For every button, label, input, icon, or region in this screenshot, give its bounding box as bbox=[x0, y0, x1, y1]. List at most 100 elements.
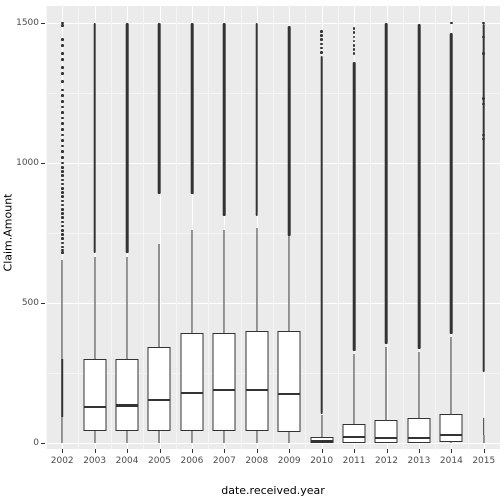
median-line bbox=[374, 436, 398, 439]
outlier-cluster bbox=[320, 56, 323, 414]
median-line bbox=[83, 405, 107, 409]
box-iqr bbox=[212, 332, 236, 431]
outlier-point bbox=[60, 43, 64, 47]
boxplot-2014[interactable] bbox=[435, 6, 467, 449]
x-tick-label-2014: 2014 bbox=[439, 456, 463, 466]
outlier-cluster bbox=[287, 25, 291, 236]
outlier-cluster bbox=[93, 22, 96, 253]
x-tick-mark bbox=[386, 449, 388, 453]
outlier-point bbox=[60, 122, 64, 126]
outlier-cluster bbox=[417, 24, 421, 350]
outlier-point bbox=[352, 48, 356, 51]
y-tick-mark bbox=[41, 22, 45, 24]
x-tick-mark bbox=[62, 449, 64, 453]
box-iqr bbox=[374, 419, 398, 444]
boxplot-2003[interactable] bbox=[78, 6, 110, 449]
boxplot-2005[interactable] bbox=[143, 6, 175, 449]
boxplot-2007[interactable] bbox=[208, 6, 240, 449]
outlier-cluster bbox=[352, 62, 356, 351]
x-tick-mark bbox=[483, 449, 485, 453]
y-tick-mark bbox=[41, 163, 45, 164]
outlier-point bbox=[60, 144, 64, 148]
whisker-lower bbox=[288, 432, 290, 444]
whisker-upper bbox=[450, 336, 452, 414]
whisker-lower bbox=[256, 430, 258, 444]
median-line bbox=[310, 440, 334, 443]
outlier-point bbox=[60, 174, 64, 177]
outlier-cluster bbox=[125, 22, 129, 253]
box-iqr bbox=[83, 359, 107, 431]
outlier-point bbox=[60, 233, 64, 236]
outlier-point bbox=[320, 42, 323, 46]
boxplot-2004[interactable] bbox=[111, 6, 143, 449]
outlier-point bbox=[60, 133, 64, 137]
outlier-point bbox=[450, 21, 453, 25]
whisker-lower bbox=[223, 430, 225, 444]
y-tick-label: 500 bbox=[21, 298, 39, 309]
boxplot-2002[interactable] bbox=[46, 6, 78, 449]
outlier-point bbox=[320, 50, 323, 54]
boxplot-2012[interactable] bbox=[370, 6, 402, 449]
x-tick-label-2010: 2010 bbox=[310, 456, 334, 466]
outlier-point bbox=[60, 241, 64, 245]
boxplot-2006[interactable] bbox=[176, 6, 208, 449]
median-line bbox=[245, 389, 269, 392]
outlier-point bbox=[60, 161, 64, 165]
boxplot-chart: Claim.Amount 0 500 1000 1500 2002 2003 2004 20… bbox=[0, 0, 504, 504]
x-tick-mark bbox=[321, 449, 323, 453]
whisker-upper bbox=[61, 259, 63, 360]
median-line bbox=[212, 389, 236, 392]
x-tick-mark bbox=[191, 449, 193, 453]
outlier-point bbox=[60, 100, 64, 103]
outlier-point bbox=[60, 199, 64, 203]
outlier-point bbox=[60, 57, 64, 61]
box-iqr bbox=[277, 331, 301, 433]
x-tick-mark bbox=[256, 449, 258, 453]
boxplot-2015[interactable] bbox=[468, 6, 500, 449]
outlier-point bbox=[60, 105, 64, 109]
x-axis-title: date.received.year bbox=[221, 484, 325, 497]
whisker-upper bbox=[353, 353, 355, 424]
median-line bbox=[180, 391, 204, 394]
x-tick-label-2007: 2007 bbox=[212, 456, 236, 466]
outlier-point bbox=[352, 43, 356, 47]
boxplot-2013[interactable] bbox=[403, 6, 435, 449]
box-iqr bbox=[147, 346, 171, 431]
outlier-cluster bbox=[482, 24, 486, 372]
outlier-point bbox=[60, 203, 64, 207]
outlier-cluster bbox=[223, 22, 226, 217]
x-tick-mark bbox=[289, 449, 291, 453]
box-collapsed bbox=[61, 359, 63, 417]
whisker-upper bbox=[191, 230, 193, 333]
outlier-point bbox=[60, 191, 64, 194]
outlier-point bbox=[320, 38, 323, 41]
median-line bbox=[342, 436, 366, 439]
outlier-point bbox=[60, 237, 64, 240]
x-tick-mark bbox=[354, 449, 356, 453]
outlier-point bbox=[60, 111, 64, 114]
whisker-lower bbox=[191, 430, 193, 444]
boxplot-2011[interactable] bbox=[338, 6, 370, 449]
outlier-point bbox=[60, 229, 64, 232]
x-tick-label-2009: 2009 bbox=[277, 456, 301, 466]
outlier-point bbox=[60, 156, 64, 159]
whisker-lower bbox=[126, 430, 128, 444]
outlier-point bbox=[60, 182, 64, 186]
outlier-point bbox=[60, 116, 64, 120]
outlier-cluster bbox=[255, 22, 259, 217]
median-line bbox=[115, 404, 139, 407]
x-tick-mark bbox=[159, 449, 161, 453]
outlier-point bbox=[482, 21, 486, 25]
outlier-point bbox=[60, 251, 64, 255]
outlier-point bbox=[60, 88, 64, 92]
y-tick-label: 1000 bbox=[16, 158, 39, 168]
boxplot-2008[interactable] bbox=[241, 6, 273, 449]
whisker-upper bbox=[223, 230, 225, 333]
x-tick-label-2002: 2002 bbox=[50, 456, 74, 466]
whisker-upper bbox=[126, 256, 128, 360]
whisker-lower bbox=[94, 430, 96, 444]
boxplot-2010[interactable] bbox=[305, 6, 337, 449]
median-line bbox=[407, 436, 431, 439]
whisker-upper bbox=[288, 224, 290, 332]
boxplot-2009[interactable] bbox=[273, 6, 305, 449]
